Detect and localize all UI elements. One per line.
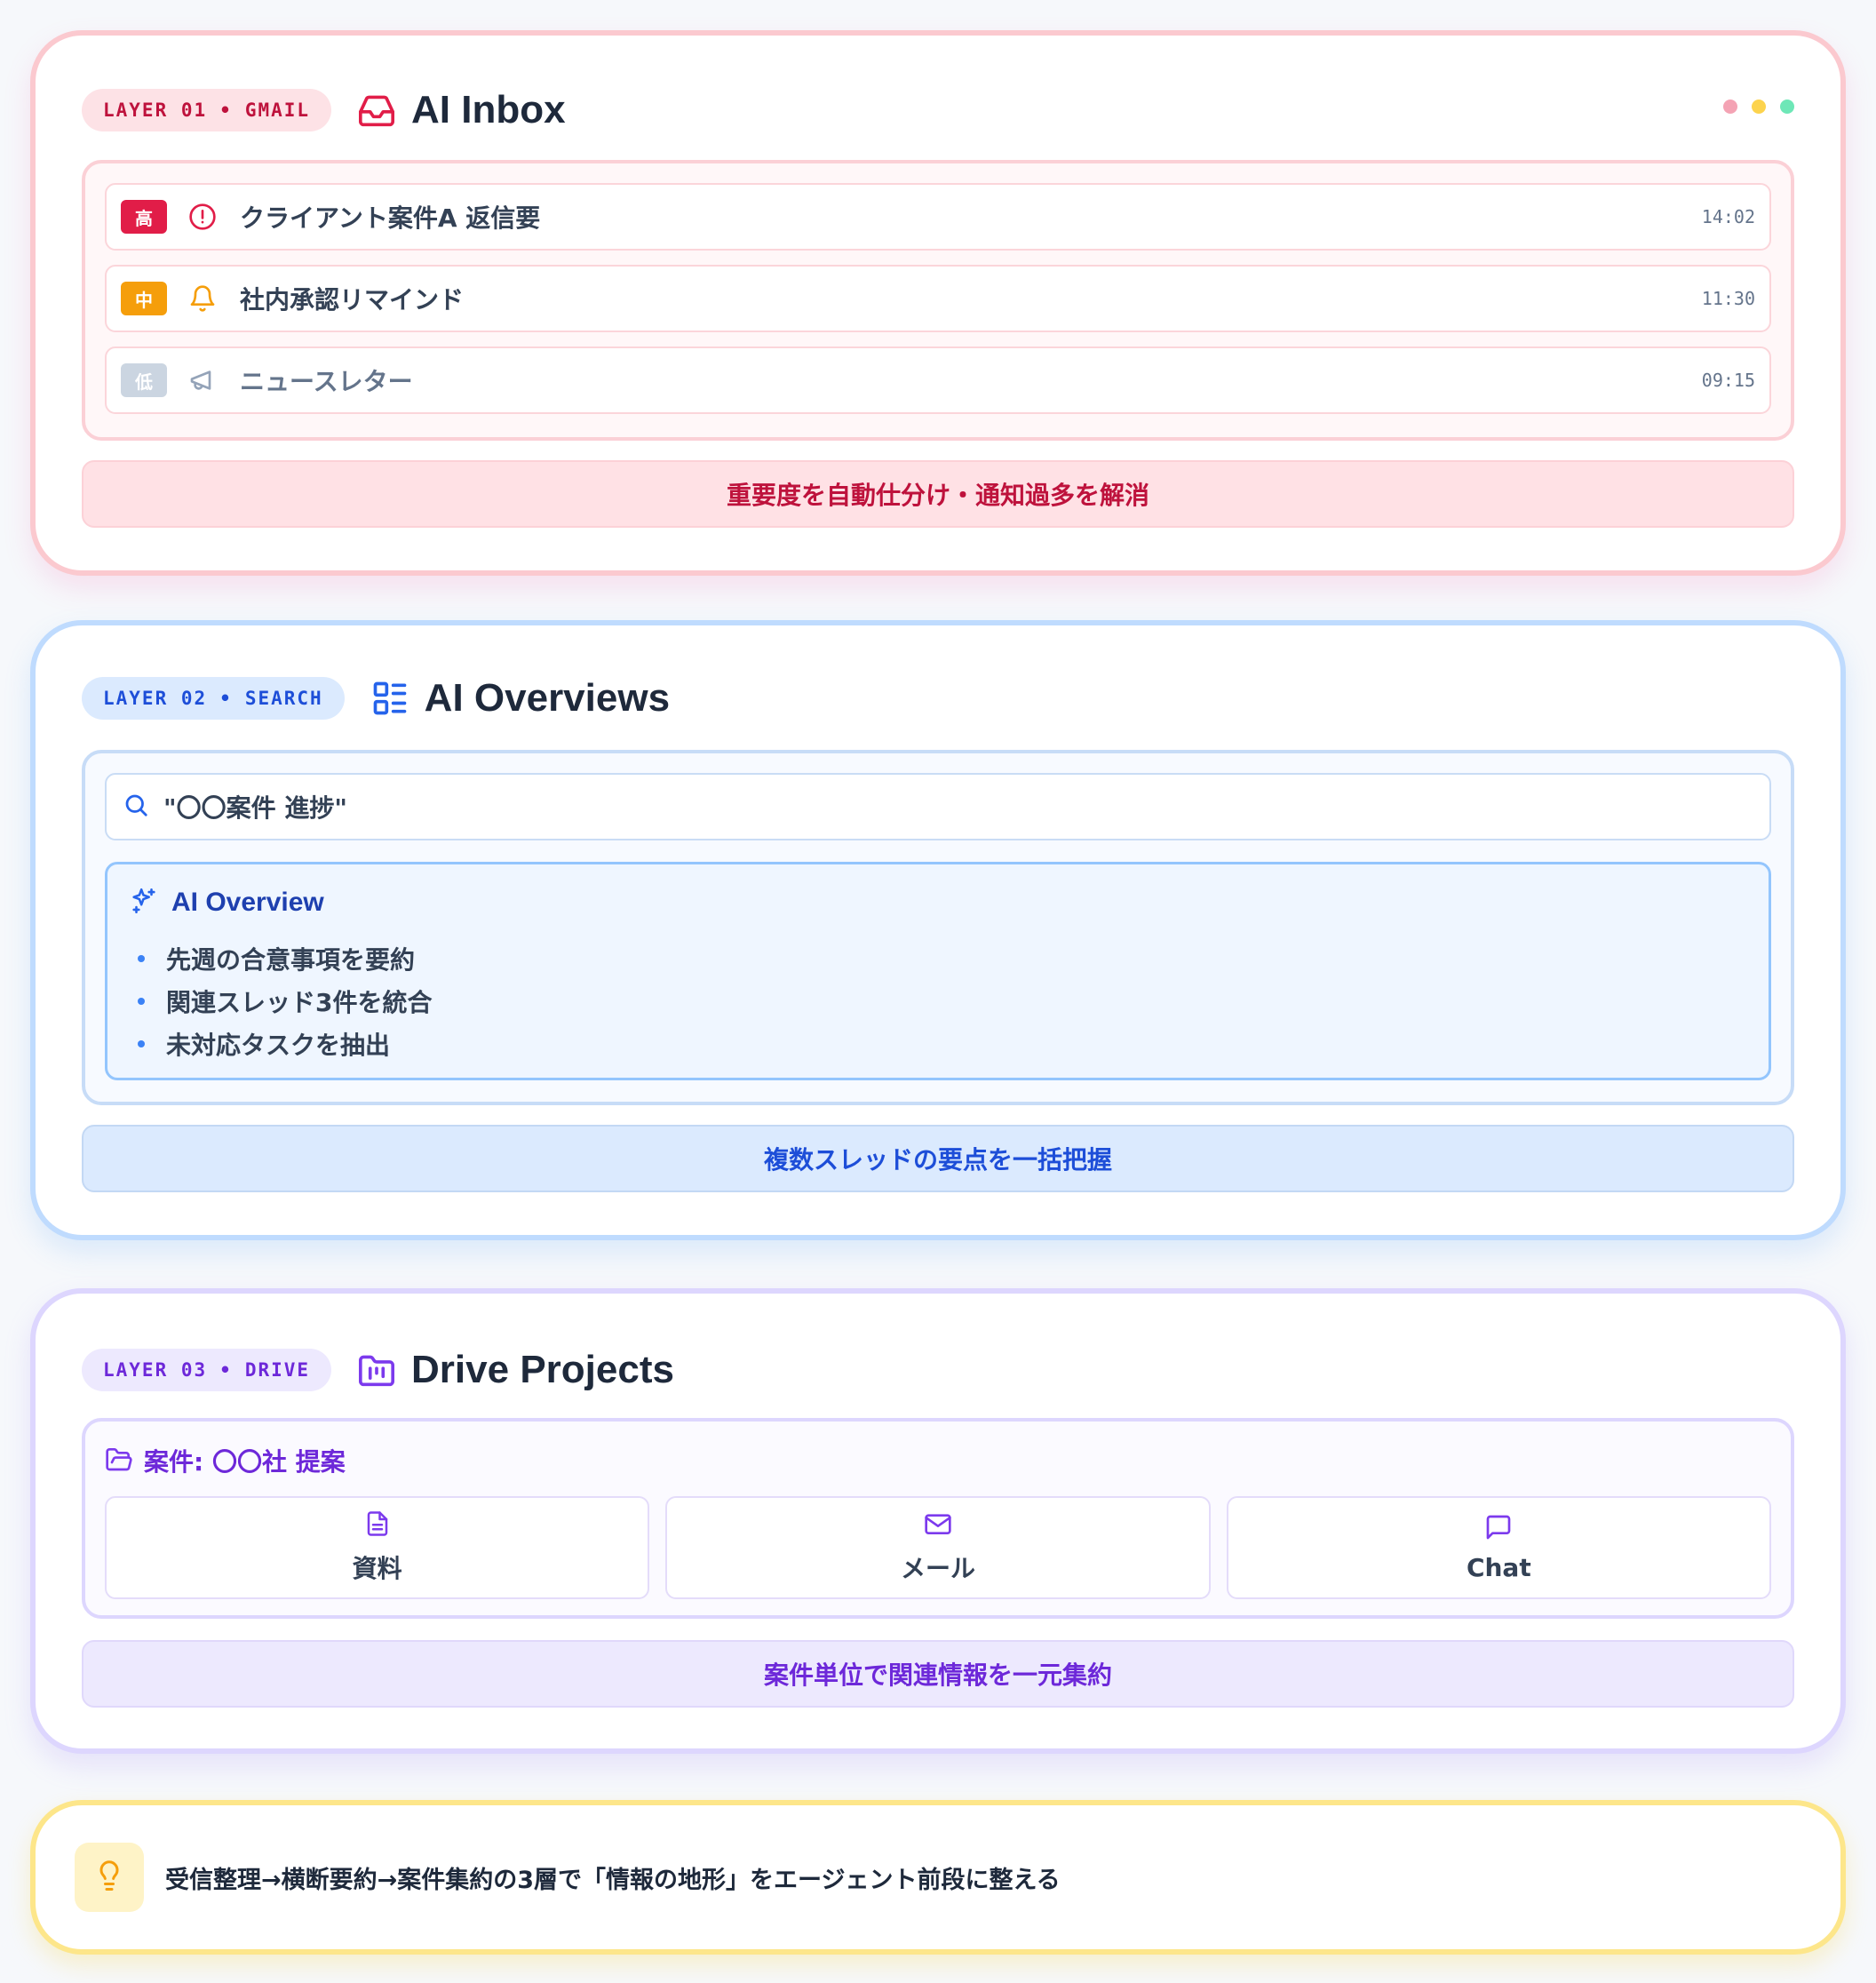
list-item: 先週の合意事項を要約 — [129, 937, 1747, 980]
layer-03-benefit: 案件単位で関連情報を一元集約 — [82, 1640, 1794, 1708]
window-dots — [1723, 100, 1794, 114]
badge-separator: • — [219, 688, 233, 709]
summary-text: 受信整理→横断要約→案件集約の3層で「情報の地形」をエージェント前段に整える — [165, 1866, 1061, 1894]
chat-icon — [1484, 1514, 1513, 1544]
badge-service-label: SEARCH — [244, 688, 323, 709]
ai-overview-panel: AI Overview 先週の合意事項を要約 関連スレッド3件を統合 未対応タス… — [105, 862, 1771, 1080]
search-query: "〇〇案件 進捗" — [163, 793, 347, 823]
email-row[interactable]: 高 クライアント案件A 返信要 14:02 — [105, 183, 1771, 251]
project-header: 案件: 〇〇社 提案 — [105, 1437, 1771, 1484]
priority-badge-low: 低 — [121, 363, 167, 397]
email-list: 高 クライアント案件A 返信要 14:02 中 社内承認リマインド 11:30 … — [82, 160, 1794, 441]
layer-03-header: LAYER 03 • DRIVE Drive Projects — [82, 1343, 1794, 1397]
layer-01-card: LAYER 01 • GMAIL AI Inbox 高 クライアント案件A 返信… — [30, 30, 1846, 576]
project-panel: 案件: 〇〇社 提案 資料 メール Chat — [82, 1418, 1794, 1619]
search-panel: "〇〇案件 進捗" AI Overview 先週の合意事項を要約 関連スレッド3… — [82, 750, 1794, 1105]
email-time: 14:02 — [1701, 206, 1755, 227]
tile-label: Chat — [1466, 1552, 1531, 1582]
ai-overview-title: AI Overview — [171, 888, 324, 917]
lightbulb-icon — [75, 1843, 144, 1912]
folder-open-icon — [105, 1445, 133, 1476]
list-item-text: 未対応タスクを抽出 — [166, 1031, 391, 1060]
summary-row: 受信整理→横断要約→案件集約の3層で「情報の地形」をエージェント前段に整える — [75, 1843, 1061, 1912]
email-time: 11:30 — [1701, 288, 1755, 309]
tile-label: メール — [900, 1554, 975, 1583]
bullet-dot — [138, 1040, 145, 1047]
layer-02-card: LAYER 02 • SEARCH AI Overviews "〇〇案件 進捗" — [30, 620, 1846, 1240]
window-dot-red — [1723, 100, 1737, 114]
list-item: 関連スレッド3件を統合 — [129, 980, 1747, 1023]
folder-kanban-icon — [354, 1348, 399, 1392]
email-row[interactable]: 中 社内承認リマインド 11:30 — [105, 265, 1771, 332]
bullet-dot — [138, 955, 145, 962]
priority-badge-high: 高 — [121, 200, 167, 234]
window-dot-yellow — [1752, 100, 1766, 114]
window-dot-green — [1780, 100, 1794, 114]
tile-documents[interactable]: 資料 — [105, 1496, 650, 1599]
list-item-text: 先週の合意事項を要約 — [166, 945, 416, 975]
list-item-text: 関連スレッド3件を統合 — [166, 988, 433, 1017]
email-subject: クライアント案件A 返信要 — [240, 203, 541, 233]
list-item: 未対応タスクを抽出 — [129, 1023, 1747, 1065]
project-title: 案件: 〇〇社 提案 — [144, 1447, 346, 1477]
alert-circle-icon — [187, 201, 219, 233]
summary-card: 受信整理→横断要約→案件集約の3層で「情報の地形」をエージェント前段に整える — [30, 1800, 1846, 1955]
page-title: AI Inbox — [411, 88, 566, 131]
layer-badge: LAYER 01 • GMAIL — [82, 89, 332, 131]
tile-chat[interactable]: Chat — [1226, 1496, 1771, 1599]
tile-mail[interactable]: メール — [665, 1496, 1211, 1599]
layer-01-benefit: 重要度を自動仕分け・通知過多を解消 — [82, 460, 1794, 528]
search-input[interactable]: "〇〇案件 進捗" — [105, 773, 1771, 840]
badge-service-label: GMAIL — [244, 100, 311, 121]
list-layout-icon — [368, 676, 412, 721]
page-title: AI Overviews — [424, 676, 671, 720]
layer-01-header: LAYER 01 • GMAIL AI Inbox — [82, 84, 1794, 137]
layer-03-card: LAYER 03 • DRIVE Drive Projects 案件: 〇〇社 … — [30, 1288, 1846, 1754]
inbox-icon — [354, 88, 399, 132]
project-tiles: 資料 メール Chat — [105, 1496, 1771, 1599]
document-icon — [364, 1510, 391, 1541]
badge-layer-label: LAYER 01 — [103, 100, 208, 121]
ai-overview-header: AI Overview — [129, 886, 1747, 920]
email-subject: ニュースレター — [240, 367, 413, 396]
badge-service-label: DRIVE — [244, 1359, 311, 1381]
tile-label: 資料 — [352, 1554, 402, 1583]
sparkles-icon — [129, 886, 159, 920]
priority-badge-medium: 中 — [121, 282, 167, 315]
mail-icon — [924, 1510, 952, 1541]
layer-badge: LAYER 02 • SEARCH — [82, 677, 345, 720]
badge-separator: • — [219, 100, 233, 121]
search-icon — [123, 792, 149, 822]
layer-02-header: LAYER 02 • SEARCH AI Overviews — [82, 672, 1794, 725]
ai-overview-list: 先週の合意事項を要約 関連スレッド3件を統合 未対応タスクを抽出 — [129, 937, 1747, 1065]
megaphone-icon — [187, 364, 219, 396]
badge-separator: • — [219, 1359, 233, 1381]
bullet-dot — [138, 998, 145, 1005]
email-time: 09:15 — [1701, 370, 1755, 391]
layer-badge: LAYER 03 • DRIVE — [82, 1349, 332, 1391]
layer-02-benefit: 複数スレッドの要点を一括把握 — [82, 1125, 1794, 1192]
email-row[interactable]: 低 ニュースレター 09:15 — [105, 346, 1771, 414]
badge-layer-label: LAYER 02 — [103, 688, 208, 709]
bell-icon — [187, 283, 219, 315]
badge-layer-label: LAYER 03 — [103, 1359, 208, 1381]
email-subject: 社内承認リマインド — [240, 285, 465, 315]
page-title: Drive Projects — [411, 1348, 674, 1391]
